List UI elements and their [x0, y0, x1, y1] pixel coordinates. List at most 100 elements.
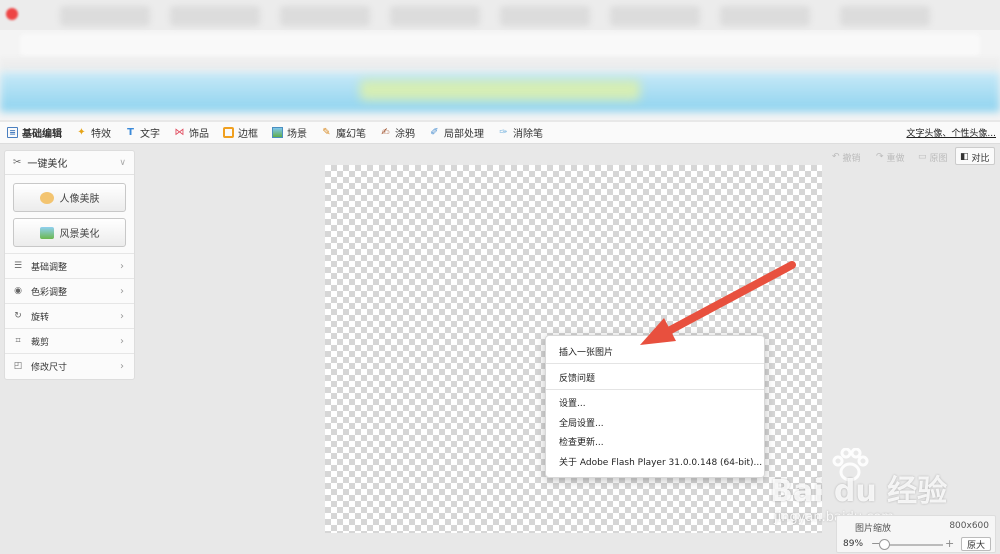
left-panel: ✂ 一键美化 ∨ 人像美肤 风景美化 ☰ 基础调整 › ◉ 色彩调整 › ↻ 旋…: [4, 150, 135, 380]
menu-item-about-flash[interactable]: 关于 Adobe Flash Player 31.0.0.148 (64-bit…: [559, 455, 762, 468]
menu-item-settings[interactable]: 设置...: [559, 396, 586, 409]
browser-tab[interactable]: [390, 6, 480, 26]
portrait-icon: [39, 191, 54, 204]
avatar-link[interactable]: 文字头像、个性头像...: [906, 126, 996, 139]
text-icon: T: [127, 127, 134, 138]
frame-icon: [223, 127, 234, 138]
chevron-right-icon: ›: [120, 285, 124, 297]
compare-button[interactable]: ◧ 对比: [960, 150, 990, 164]
browser-chrome: [0, 0, 1000, 120]
tool-eraser-pen[interactable]: ✑ 消除笔: [491, 125, 550, 140]
tool-accessory[interactable]: ⋈ 饰品: [167, 125, 216, 140]
undo-button[interactable]: ↶ 撤销: [832, 150, 861, 164]
tool-magic-pen[interactable]: ✎ 魔幻笔: [314, 125, 373, 140]
palette-icon: ◉: [14, 286, 22, 296]
doodle-icon: ✍: [381, 127, 390, 138]
item-label: 修改尺寸: [31, 362, 68, 373]
panel-title: 一键美化: [27, 159, 68, 170]
redo-icon: ↷: [876, 152, 884, 162]
eraser-pen-icon: ✑: [499, 127, 508, 138]
tool-doodle[interactable]: ✍ 涂鸦: [373, 125, 422, 140]
list-item-rotate[interactable]: ↻ 旋转 ›: [5, 303, 134, 328]
menu-divider: [546, 389, 764, 390]
list-item-crop[interactable]: ⌗ 裁剪 ›: [5, 328, 134, 353]
tool-label: 场景: [287, 129, 307, 140]
bookmarks-bar: [0, 58, 1000, 72]
crop-icon: ⌗: [15, 336, 21, 346]
zoom-bar: 图片缩放 800x600 89% − + 原大: [836, 515, 996, 553]
context-menu: 插入一张图片 反馈问题 设置... 全局设置... 检查更新... 关于 Ado…: [545, 335, 765, 478]
adjust-list: ☰ 基础调整 › ◉ 色彩调整 › ↻ 旋转 › ⌗ 裁剪 › ◰ 修改尺寸 ›: [5, 253, 134, 378]
zoom-percent: 89%: [843, 539, 864, 549]
browser-tab[interactable]: [840, 6, 930, 26]
list-item-color-adjust[interactable]: ◉ 色彩调整 ›: [5, 278, 134, 303]
accessory-icon: ⋈: [174, 127, 185, 138]
menu-item-global-settings[interactable]: 全局设置...: [559, 416, 604, 429]
editor-toolbar: ≡ 基础编辑 ✦ 特效 T 文字 ⋈ 饰品 边框 场景 ✎ 魔幻笔 ✍ 涂鸦 ✐…: [0, 122, 1000, 144]
one-click-beautify-header[interactable]: ✂ 一键美化 ∨: [5, 151, 134, 175]
zoom-slider-track[interactable]: [881, 544, 943, 546]
menu-item-feedback[interactable]: 反馈问题: [559, 371, 595, 384]
tool-label: 涂鸦: [395, 129, 415, 140]
undo-label: 撤销: [842, 153, 861, 164]
paw-icon: [832, 448, 869, 482]
edit-icon: ≡: [7, 127, 18, 138]
effect-icon: ✦: [77, 127, 86, 138]
browser-tab[interactable]: [280, 6, 370, 26]
magic-wand-icon: ✂: [13, 157, 22, 168]
chevron-down-icon: ∨: [119, 157, 126, 168]
undo-icon: ↶: [832, 152, 840, 162]
tool-frame[interactable]: 边框: [216, 125, 265, 140]
tool-scene[interactable]: 场景: [265, 125, 314, 140]
address-bar[interactable]: [20, 34, 980, 56]
tool-text[interactable]: T 文字: [118, 125, 167, 140]
button-label: 风景美化: [59, 229, 100, 240]
sliders-icon: ☰: [13, 261, 23, 271]
image-size: 800x600: [949, 521, 989, 531]
browser-tab[interactable]: [720, 6, 810, 26]
original-label: 原图: [929, 153, 948, 164]
tool-label: 特效: [91, 129, 111, 140]
original-button[interactable]: ▭ 原图: [918, 150, 948, 164]
site-banner-highlight: [360, 80, 640, 100]
browser-tab[interactable]: [60, 6, 150, 26]
browser-tab[interactable]: [500, 6, 590, 26]
list-item-resize[interactable]: ◰ 修改尺寸 ›: [5, 353, 134, 378]
browser-tab[interactable]: [170, 6, 260, 26]
scene-icon: [272, 127, 283, 138]
local-process-icon: ✐: [430, 127, 439, 138]
menu-divider: [546, 363, 764, 364]
list-item-basic-adjust[interactable]: ☰ 基础调整 ›: [5, 253, 134, 278]
compare-label: 对比: [971, 153, 990, 164]
chevron-right-icon: ›: [120, 310, 124, 322]
tool-basic-edit[interactable]: ≡ 基础编辑: [0, 125, 69, 140]
tool-effect[interactable]: ✦ 特效: [69, 125, 118, 140]
scenery-icon: [39, 226, 54, 239]
browser-tab[interactable]: [610, 6, 700, 26]
tool-label: 基础编辑: [22, 129, 62, 140]
menu-item-insert-image[interactable]: 插入一张图片: [559, 345, 613, 358]
button-label: 人像美肤: [59, 194, 100, 205]
menu-item-check-update[interactable]: 检查更新...: [559, 435, 604, 448]
zoom-in-button[interactable]: +: [945, 537, 954, 550]
tool-local-process[interactable]: ✐ 局部处理: [422, 125, 491, 140]
browser-logo-icon: [6, 8, 18, 20]
tool-label: 饰品: [189, 129, 209, 140]
magic-pen-icon: ✎: [322, 127, 331, 138]
tool-label: 魔幻笔: [336, 129, 366, 140]
tool-label: 边框: [238, 129, 258, 140]
item-label: 裁剪: [31, 337, 50, 348]
portrait-beautify-button[interactable]: 人像美肤: [13, 183, 126, 212]
original-size-button[interactable]: 原大: [961, 537, 991, 551]
redo-button[interactable]: ↷ 重做: [876, 150, 905, 164]
zoom-label: 图片缩放: [855, 524, 892, 534]
tool-label: 局部处理: [444, 129, 484, 140]
scenery-beautify-button[interactable]: 风景美化: [13, 218, 126, 247]
original-icon: ▭: [918, 152, 927, 162]
item-label: 基础调整: [31, 262, 68, 273]
zoom-slider-handle[interactable]: [879, 539, 890, 550]
compare-icon: ◧: [960, 152, 969, 162]
chevron-right-icon: ›: [120, 260, 124, 272]
tool-label: 文字: [140, 129, 160, 140]
chevron-right-icon: ›: [120, 335, 124, 347]
